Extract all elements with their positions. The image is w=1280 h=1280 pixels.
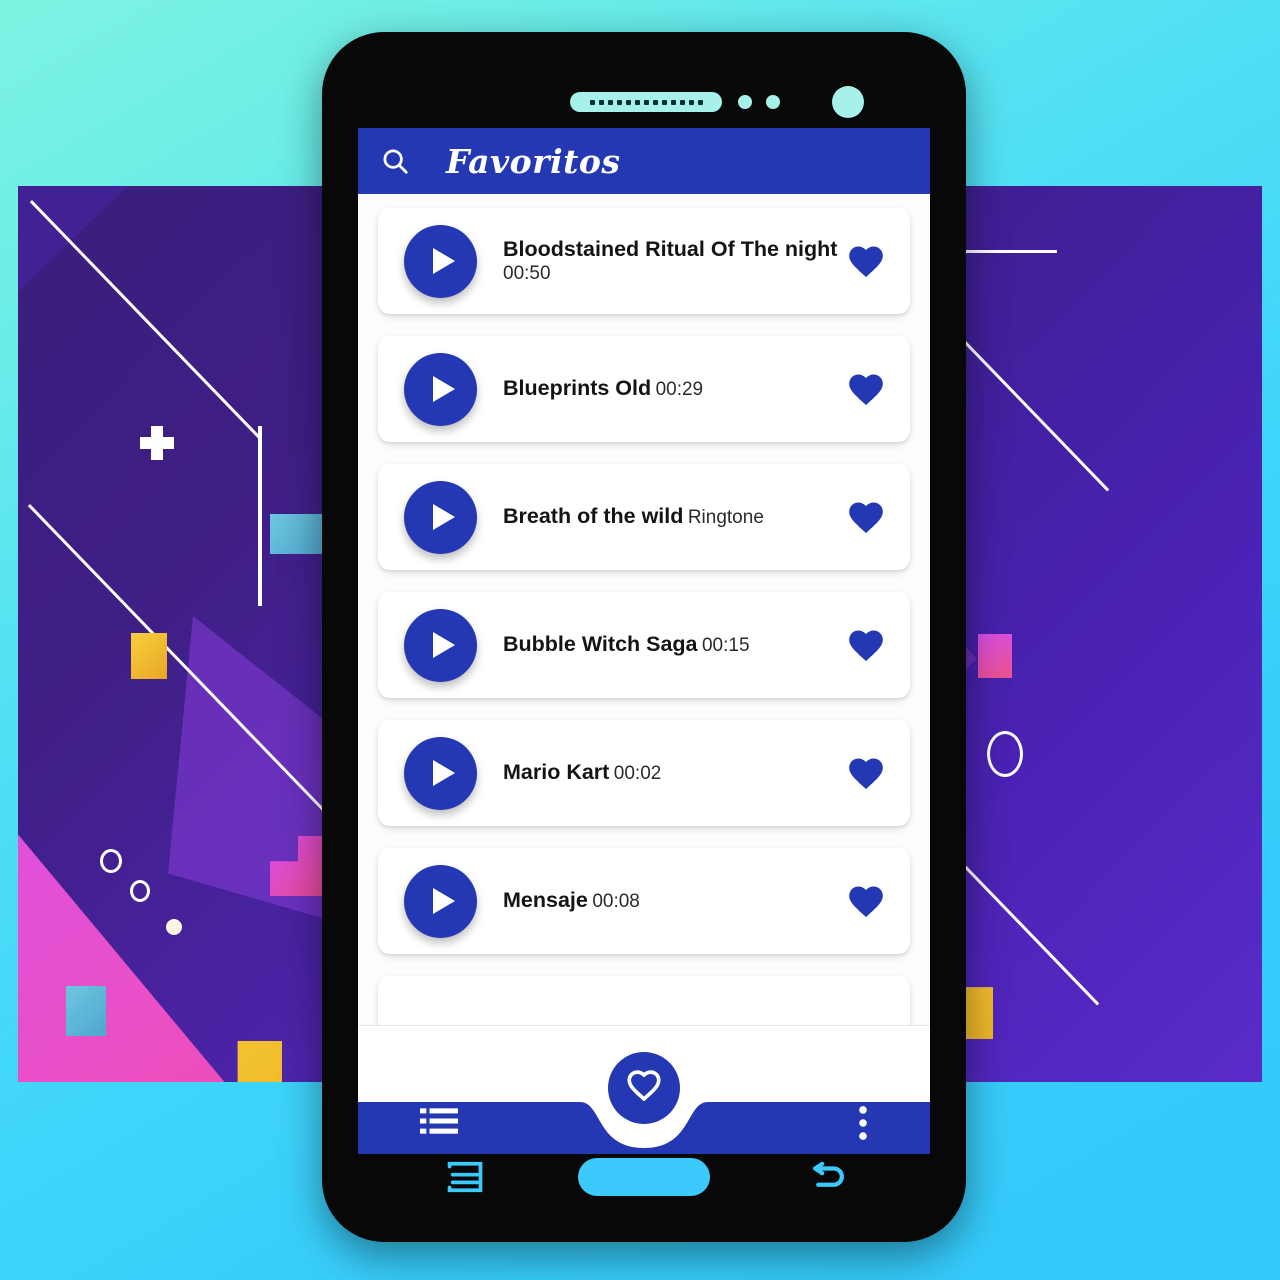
list-item[interactable]: Mario Kart 00:02 bbox=[378, 720, 910, 826]
item-title: Bloodstained Ritual Of The night bbox=[503, 237, 838, 262]
item-subtitle: 00:02 bbox=[613, 763, 662, 785]
phone-device: Favoritos Bloodstained Ritual Of The nig… bbox=[322, 32, 966, 1242]
recents-icon[interactable] bbox=[446, 1160, 484, 1194]
more-vertical-icon[interactable] bbox=[858, 1106, 868, 1140]
list-item-partial[interactable] bbox=[378, 976, 910, 1025]
poster-teal-rect-2 bbox=[66, 986, 106, 1036]
item-subtitle: 00:29 bbox=[655, 379, 704, 401]
home-pill-button[interactable] bbox=[578, 1158, 710, 1196]
app-bar: Favoritos bbox=[358, 128, 930, 194]
play-icon[interactable] bbox=[404, 736, 477, 810]
heart-filled-icon[interactable] bbox=[848, 373, 884, 406]
page-title: Favoritos bbox=[446, 141, 621, 181]
list-item[interactable]: Breath of the wild Ringtone bbox=[378, 464, 910, 570]
item-subtitle: Ringtone bbox=[687, 507, 764, 529]
poster-r-pink-square bbox=[978, 634, 1012, 678]
play-icon[interactable] bbox=[404, 224, 477, 298]
search-icon[interactable] bbox=[380, 146, 410, 176]
heart-filled-icon[interactable] bbox=[848, 501, 884, 534]
play-icon[interactable] bbox=[404, 608, 477, 682]
heart-filled-icon[interactable] bbox=[848, 245, 884, 278]
list-item[interactable]: Bubble Witch Saga 00:15 bbox=[378, 592, 910, 698]
item-title: Bubble Witch Saga bbox=[503, 632, 698, 657]
heart-filled-icon[interactable] bbox=[848, 757, 884, 790]
phone-screen: Favoritos Bloodstained Ritual Of The nig… bbox=[358, 128, 930, 1154]
screenshot-canvas: Favoritos Bloodstained Ritual Of The nig… bbox=[0, 0, 1280, 1280]
list-item[interactable]: Bloodstained Ritual Of The night 00:50 bbox=[378, 208, 910, 314]
device-nav-buttons bbox=[322, 1152, 966, 1206]
heart-outline-icon bbox=[627, 1069, 661, 1107]
item-subtitle: 00:15 bbox=[701, 635, 750, 657]
item-title: Blueprints Old bbox=[503, 376, 652, 401]
list-icon[interactable] bbox=[420, 1106, 458, 1136]
poster-ring-1 bbox=[100, 849, 122, 873]
play-icon[interactable] bbox=[404, 352, 477, 426]
poster-white-outline-path bbox=[258, 426, 262, 606]
favorites-list[interactable]: Bloodstained Ritual Of The night 00:50 B… bbox=[358, 194, 930, 1026]
heart-filled-icon[interactable] bbox=[848, 629, 884, 662]
favorites-fab-button[interactable] bbox=[608, 1052, 680, 1124]
heart-filled-icon[interactable] bbox=[848, 885, 884, 918]
list-item[interactable]: Mensaje 00:08 bbox=[378, 848, 910, 954]
item-title: Mario Kart bbox=[503, 760, 610, 785]
poster-yellow-square bbox=[131, 633, 167, 679]
item-title: Breath of the wild bbox=[503, 504, 684, 529]
poster-white-plus bbox=[140, 426, 174, 460]
back-arrow-icon[interactable] bbox=[806, 1160, 846, 1194]
front-camera-icon bbox=[832, 86, 864, 118]
poster-dot-1 bbox=[166, 919, 182, 935]
item-subtitle: 00:50 bbox=[503, 262, 551, 284]
item-title: Mensaje bbox=[503, 888, 588, 913]
proximity-sensor-icon bbox=[738, 95, 752, 109]
item-subtitle: 00:08 bbox=[592, 891, 640, 913]
speaker-grille-icon bbox=[570, 92, 722, 112]
poster-ring-2 bbox=[130, 880, 150, 902]
play-icon[interactable] bbox=[404, 864, 477, 938]
light-sensor-icon bbox=[766, 95, 780, 109]
play-icon[interactable] bbox=[404, 480, 477, 554]
list-item[interactable]: Blueprints Old 00:29 bbox=[378, 336, 910, 442]
poster-r-ring-1 bbox=[987, 731, 1023, 777]
